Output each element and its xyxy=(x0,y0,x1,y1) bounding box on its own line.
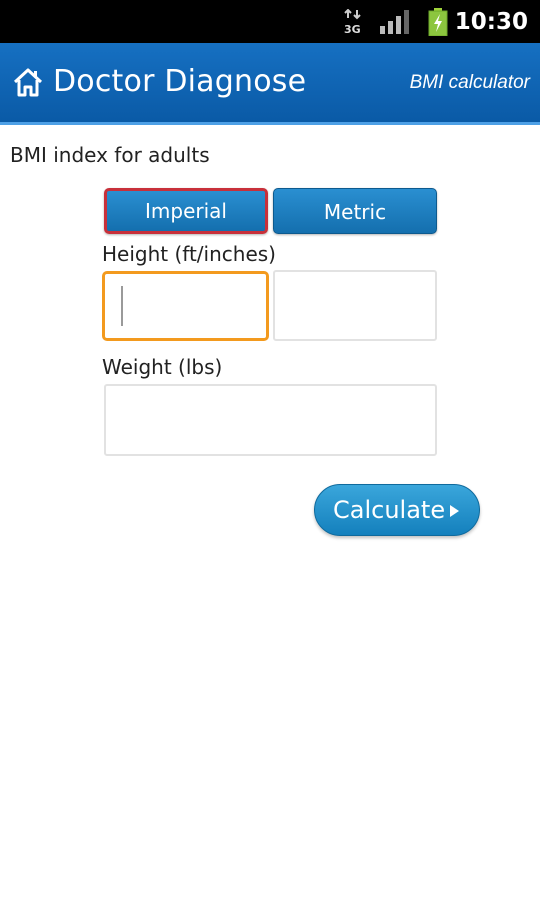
weight-label: Weight (lbs) xyxy=(102,355,223,379)
app-bar: Doctor Diagnose BMI calculator xyxy=(0,43,540,125)
height-feet-input[interactable] xyxy=(102,271,269,341)
signal-strength-icon xyxy=(380,10,409,34)
weight-input[interactable] xyxy=(104,384,437,456)
clock: 10:30 xyxy=(454,9,528,35)
home-icon[interactable] xyxy=(11,65,45,99)
imperial-button[interactable]: Imperial xyxy=(104,188,268,234)
metric-button[interactable]: Metric xyxy=(273,188,437,234)
svg-text:3G: 3G xyxy=(344,23,361,35)
battery-charging-icon xyxy=(428,8,448,36)
page-heading: BMI index for adults xyxy=(10,143,210,167)
status-bar: 3G 10:30 xyxy=(0,0,540,43)
calculate-label: Calculate xyxy=(333,496,446,524)
height-label: Height (ft/inches) xyxy=(102,242,276,266)
play-arrow-icon xyxy=(450,505,459,517)
calculate-button[interactable]: Calculate xyxy=(314,484,480,536)
screen-subtitle: BMI calculator xyxy=(409,72,530,93)
network-3g-icon: 3G xyxy=(344,9,361,35)
app-title: Doctor Diagnose xyxy=(53,64,307,99)
height-inches-input[interactable] xyxy=(273,270,437,341)
text-caret xyxy=(121,286,123,326)
